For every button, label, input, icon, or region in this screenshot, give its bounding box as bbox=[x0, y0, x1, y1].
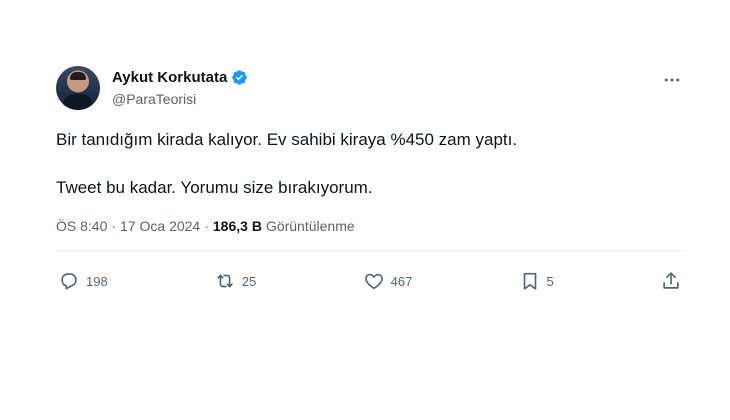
avatar[interactable] bbox=[56, 66, 100, 110]
tweet-date[interactable]: 17 Oca 2024 bbox=[120, 218, 200, 234]
tweet-card: Aykut Korkutata @ParaTeorisi Bir tanıdığ… bbox=[56, 60, 686, 307]
repost-count: 25 bbox=[241, 273, 257, 289]
reply-button[interactable]: 198 bbox=[58, 269, 108, 293]
display-name-row: Aykut Korkutata bbox=[112, 68, 248, 88]
divider bbox=[56, 250, 686, 251]
bookmark-button[interactable]: 5 bbox=[519, 269, 554, 293]
reply-count: 198 bbox=[86, 273, 108, 289]
views-label: Görüntülenme bbox=[265, 218, 355, 234]
like-icon bbox=[364, 273, 383, 290]
like-button[interactable]: 467 bbox=[363, 269, 413, 293]
share-icon bbox=[663, 272, 679, 289]
tweet-meta: ÖS 8:40 · 17 Oca 2024 · 186,3 B Görüntül… bbox=[56, 216, 686, 236]
repost-button[interactable]: 25 bbox=[214, 269, 256, 293]
meta-separator: · bbox=[111, 218, 117, 234]
bookmark-icon bbox=[523, 272, 536, 290]
author-handle[interactable]: @ParaTeorisi bbox=[112, 89, 248, 109]
tweet-time[interactable]: ÖS 8:40 bbox=[56, 218, 107, 234]
tweet-header: Aykut Korkutata @ParaTeorisi bbox=[56, 60, 686, 116]
reply-icon bbox=[61, 273, 77, 290]
bookmark-count: 5 bbox=[546, 273, 554, 289]
verified-badge-icon[interactable] bbox=[231, 69, 248, 86]
share-button[interactable] bbox=[660, 269, 682, 293]
tweet-text: Bir tanıdığım kirada kalıyor. Ev sahibi … bbox=[56, 128, 686, 200]
repost-icon bbox=[217, 274, 233, 288]
meta-separator: · bbox=[204, 218, 209, 234]
display-name[interactable]: Aykut Korkutata bbox=[112, 68, 227, 88]
more-icon[interactable] bbox=[660, 68, 684, 92]
action-bar: 198 25 467 5 bbox=[58, 255, 682, 307]
tweet-text-line-2: Tweet bu kadar. Yorumu size bırakıyorum. bbox=[56, 178, 373, 197]
tweet-text-line-1: Bir tanıdığım kirada kalıyor. Ev sahibi … bbox=[56, 130, 518, 149]
like-count: 467 bbox=[390, 273, 413, 289]
author-names: Aykut Korkutata @ParaTeorisi bbox=[112, 68, 248, 109]
views-count: 186,3 B bbox=[212, 218, 262, 234]
